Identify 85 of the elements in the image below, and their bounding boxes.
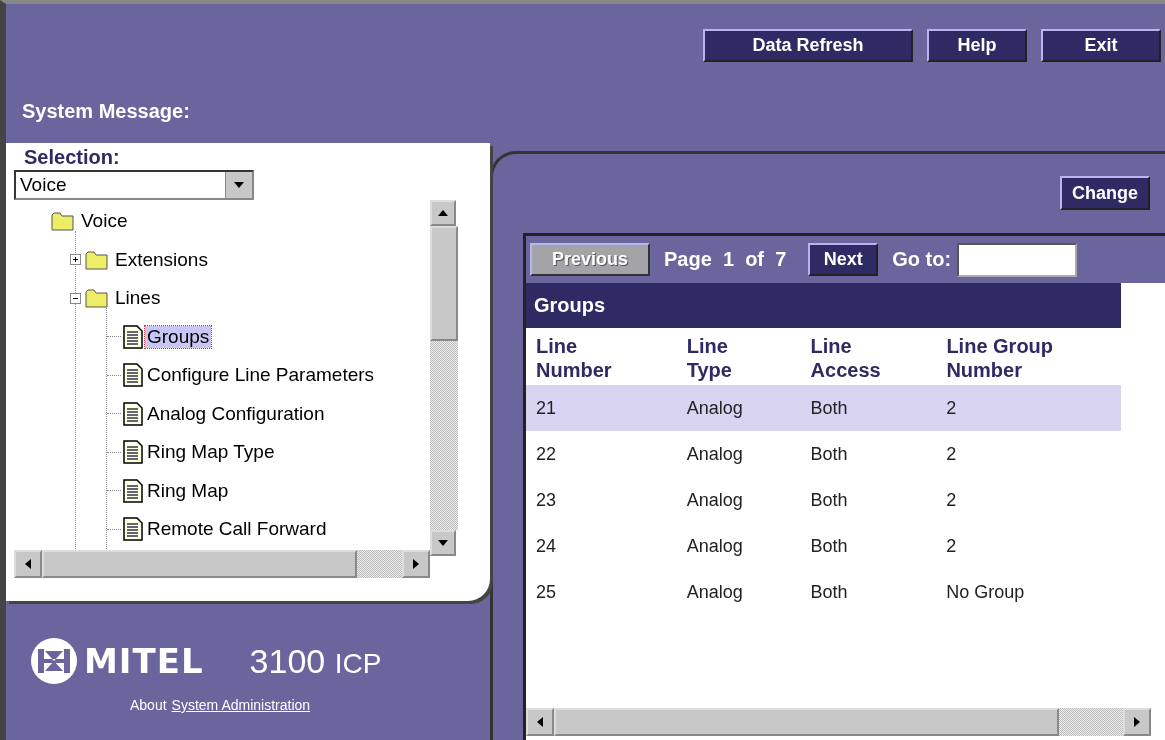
- table-cell-text: 22: [536, 443, 558, 465]
- column-header: Line Access: [810, 334, 882, 383]
- table-row[interactable]: 22 Analog Both 2: [526, 431, 1121, 477]
- scroll-up-button[interactable]: [430, 200, 456, 226]
- folder-icon: [85, 249, 109, 270]
- tree-item[interactable]: Remote Call Forward: [145, 518, 329, 541]
- scroll-right-button[interactable]: [402, 550, 430, 578]
- table-cell-text: Both: [810, 443, 849, 465]
- document-icon: [123, 517, 143, 542]
- expand-toggle[interactable]: [70, 254, 81, 266]
- table-cell-text: Both: [810, 489, 849, 511]
- page-indicator: Page 1 of 7: [664, 248, 787, 271]
- arrow-left-icon: [537, 717, 543, 727]
- table-row[interactable]: 21 Analog Both 2: [526, 385, 1121, 431]
- table-cell-text: 2: [946, 397, 958, 419]
- horizontal-scrollbar[interactable]: [526, 708, 1151, 736]
- table-cell-text: 23: [536, 489, 558, 511]
- column-header: Line Type: [686, 334, 733, 383]
- tree-item[interactable]: Configure Line Parameters: [145, 364, 377, 387]
- table-cell-text: 2: [946, 489, 958, 511]
- next-button[interactable]: Next: [808, 243, 879, 276]
- scrollbar-thumb[interactable]: [554, 708, 1059, 736]
- selection-dropdown[interactable]: Voice: [14, 170, 254, 200]
- table-row[interactable]: 23 Analog Both 2: [526, 477, 1121, 523]
- folder-icon: [51, 211, 75, 232]
- table-cell-text: Analog: [686, 535, 744, 557]
- table-row[interactable]: 24 Analog Both 2: [526, 523, 1121, 569]
- column-header: Line Number: [536, 334, 613, 383]
- document-icon: [123, 440, 143, 465]
- header-button[interactable]: Exit: [1041, 29, 1161, 62]
- table-cell-text: Analog: [686, 397, 744, 419]
- table-row[interactable]: 25 Analog Both No Group: [526, 569, 1121, 615]
- scroll-left-button[interactable]: [14, 550, 42, 578]
- table-cell-text: Analog: [686, 489, 744, 511]
- arrow-right-icon: [413, 559, 419, 569]
- table-cell-text: Analog: [686, 581, 744, 603]
- folder-icon: [85, 288, 109, 309]
- table-cell-text: Both: [810, 397, 849, 419]
- brand-name: MITEL: [84, 641, 204, 681]
- table-cell-text: 2: [946, 443, 958, 465]
- change-button[interactable]: Change: [1060, 176, 1150, 210]
- scroll-down-button[interactable]: [430, 530, 456, 556]
- product-name: 3100 ICP: [249, 641, 382, 681]
- arrow-up-icon: [438, 210, 448, 216]
- vertical-scrollbar[interactable]: [430, 200, 458, 556]
- table-cell-text: No Group: [946, 581, 1026, 603]
- column-header: Line Group Number: [946, 334, 1055, 383]
- table-cell-text: Analog: [686, 443, 744, 465]
- scroll-left-button[interactable]: [526, 708, 554, 736]
- goto-field[interactable]: [957, 242, 1078, 277]
- scrollbar-thumb[interactable]: [42, 550, 357, 578]
- table-cell-text: Both: [810, 535, 849, 557]
- table-cell-text: 24: [536, 535, 558, 557]
- document-icon: [123, 363, 143, 388]
- goto-label: Go to:: [892, 248, 952, 271]
- about-text: About: [130, 697, 167, 713]
- tree-item[interactable]: Lines: [113, 287, 163, 310]
- table-cell-text: 25: [536, 581, 558, 603]
- scrollbar-thumb[interactable]: [430, 226, 458, 341]
- table-cell-text: Both: [810, 581, 849, 603]
- table-cell-text: 21: [536, 397, 558, 419]
- tree-item[interactable]: Analog Configuration: [145, 402, 327, 425]
- scroll-right-button[interactable]: [1123, 708, 1151, 736]
- tree-item[interactable]: Ring Map Type: [145, 441, 277, 464]
- header-button[interactable]: Data Refresh: [703, 29, 913, 62]
- document-icon: [123, 401, 143, 426]
- expand-toggle[interactable]: [70, 292, 81, 304]
- dropdown-arrow-icon: [233, 181, 245, 189]
- horizontal-scrollbar[interactable]: [14, 550, 430, 578]
- tree-item[interactable]: Voice: [79, 210, 130, 233]
- arrow-right-icon: [1134, 717, 1140, 727]
- arrow-down-icon: [438, 540, 448, 546]
- document-icon: [123, 324, 143, 349]
- logo-icon: [30, 637, 78, 685]
- tree-item[interactable]: Extensions: [113, 248, 210, 271]
- selection-label: Selection:: [24, 146, 121, 169]
- tree-item[interactable]: Ring Map: [145, 479, 231, 502]
- system-administration-link[interactable]: System Administration: [171, 697, 311, 713]
- tree-item[interactable]: Groups: [145, 325, 212, 348]
- arrow-left-icon: [25, 559, 31, 569]
- table-title: Groups: [526, 283, 1121, 328]
- table-cell-text: 2: [946, 535, 958, 557]
- document-icon: [123, 478, 143, 503]
- system-message-label: System Message:: [22, 100, 191, 123]
- header-button[interactable]: Help: [927, 29, 1027, 62]
